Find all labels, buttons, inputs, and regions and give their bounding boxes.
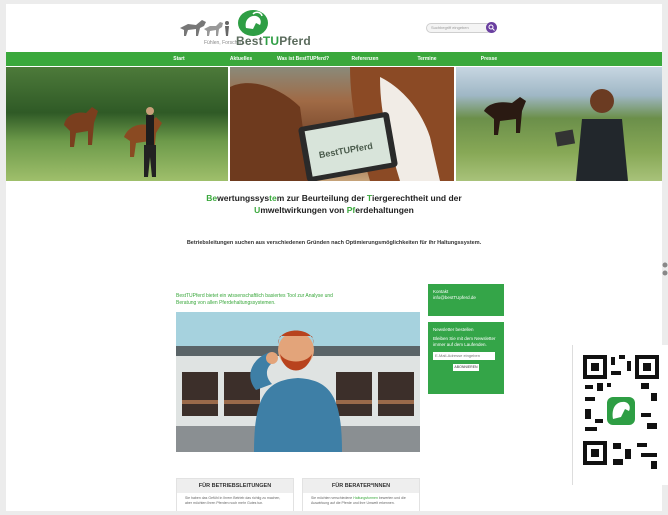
hero-photo-horses-field <box>6 67 228 181</box>
intro-text: BestTUPferd bietet ein wissenschaftlich … <box>176 293 333 306</box>
nav-item-referenzen[interactable]: Referenzen <box>334 52 396 66</box>
horse-silhouette-icon <box>180 20 229 36</box>
site-logo[interactable]: Fühlen, Forschen... BestTUPferd <box>174 8 324 48</box>
hero-photo-horses-tablet: BestTUPferd <box>230 67 454 181</box>
qr-code-icon <box>581 353 661 473</box>
newsletter-description: Bleiben Sie mit dem Newsletter immer auf… <box>433 336 496 347</box>
newsletter-subscribe-button[interactable]: ABONNIEREN <box>453 364 479 371</box>
hero-photo-rider-tablet <box>456 67 662 181</box>
search-input[interactable]: Suchbegriff eingeben <box>426 23 492 33</box>
scroll-arrow-icon[interactable] <box>662 262 668 280</box>
card-text: Sie möchten verschiedene Haltungsformen … <box>311 496 406 505</box>
nav-item-termine[interactable]: Termine <box>396 52 458 66</box>
newsletter-email-input[interactable]: E-Mail-Adresse eingeben <box>433 352 495 360</box>
search-icon <box>488 24 495 31</box>
qr-code <box>572 345 668 485</box>
contact-box: Kontakt info@bestTUpferd.de <box>428 284 504 316</box>
card-title: FÜR BERATER*INNEN <box>303 479 419 493</box>
newsletter-heading: Newsletter bestellen <box>433 327 474 332</box>
nav-item-start[interactable]: Start <box>148 52 210 66</box>
main-navigation: Start Aktuelles Was ist BestTUPferd? Ref… <box>6 52 662 66</box>
web-page: Fühlen, Forschen... BestTUPferd Suchbegr… <box>6 4 662 511</box>
newsletter-box: Newsletter bestellen Bleiben Sie mit dem… <box>428 322 504 394</box>
illustration-man-in-stable <box>176 312 420 452</box>
card-betriebsleitungen[interactable]: FÜR BETRIEBSLEITUNGEN Sie haben das Gefü… <box>176 478 294 511</box>
audience-cards: FÜR BETRIEBSLEITUNGEN Sie haben das Gefü… <box>176 478 426 511</box>
contact-email-link[interactable]: info@bestTUpferd.de <box>433 295 499 301</box>
nav-item-aktuelles[interactable]: Aktuelles <box>210 52 272 66</box>
hero-banner: BestTUPferd <box>6 67 662 181</box>
card-berater-innen[interactable]: FÜR BERATER*INNEN Sie möchten verschiede… <box>302 478 420 511</box>
logo-wordmark: BestTUPferd <box>236 34 311 48</box>
card-text: Sie haben das Gefühl in Ihrem Betrieb da… <box>185 496 281 505</box>
page-title: Bewertungssystem zur Beurteilung der Tie… <box>206 193 462 215</box>
card-title: FÜR BETRIEBSLEITUNGEN <box>177 479 293 493</box>
logo-emblem-icon <box>238 10 268 36</box>
page-subtitle: Betriebsleitungen suchen aus verschieden… <box>186 240 482 246</box>
nav-item-about[interactable]: Was ist BestTUPferd? <box>272 52 334 66</box>
nav-item-presse[interactable]: Presse <box>458 52 520 66</box>
search-button[interactable] <box>486 22 497 33</box>
site-header: Fühlen, Forschen... BestTUPferd Suchbegr… <box>6 4 662 50</box>
